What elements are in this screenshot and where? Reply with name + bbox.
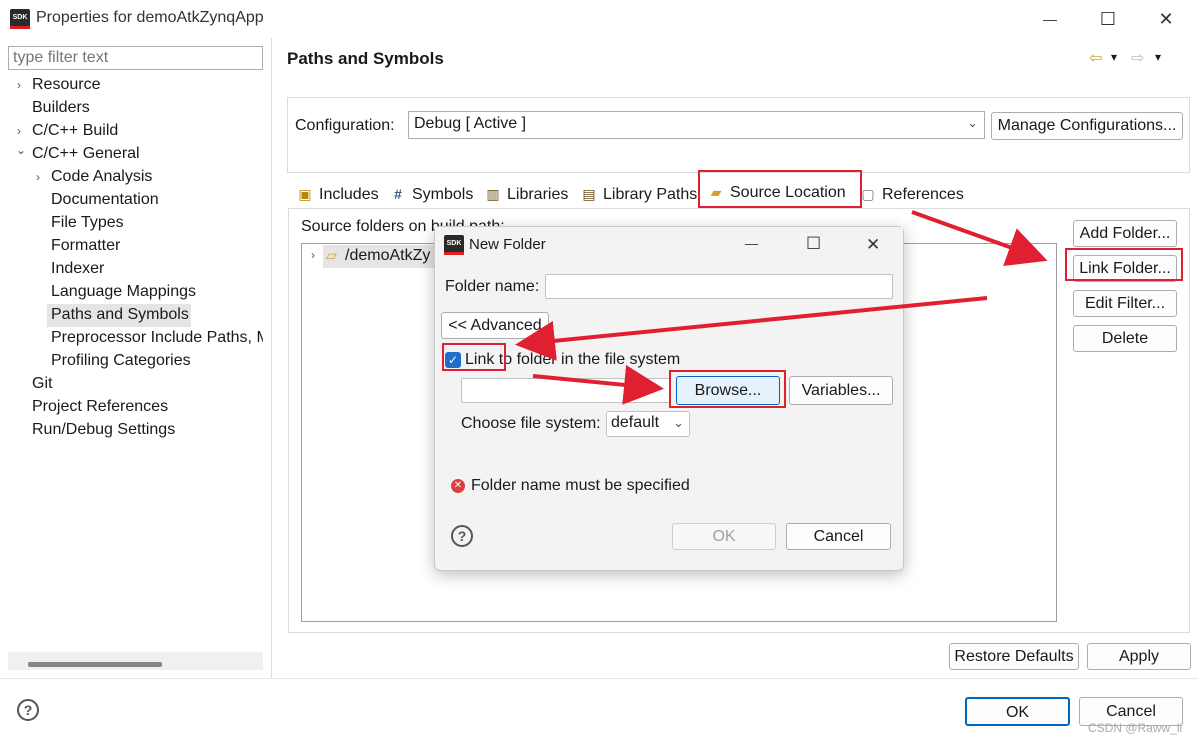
tree-item-code-analysis[interactable]: Code Analysis (51, 166, 152, 188)
error-icon: ✕ (451, 479, 465, 493)
file-system-label: Choose file system: (461, 415, 601, 432)
folder-name-label: Folder name: (445, 278, 540, 295)
edit-filter-button[interactable]: Edit Filter... (1073, 290, 1177, 317)
help-icon[interactable]: ? (451, 525, 473, 547)
expand-arrow-icon[interactable]: › (36, 170, 48, 184)
maximize-button[interactable]: ☐ (1088, 6, 1128, 32)
tree-item-project-references[interactable]: Project References (32, 396, 168, 418)
link-path-input[interactable] (461, 378, 671, 403)
apply-button[interactable]: Apply (1087, 643, 1191, 670)
tree-item-paths-and-symbols[interactable]: Paths and Symbols (51, 304, 189, 326)
source-folder-label: /demoAtkZy (345, 247, 431, 264)
annotation-box-link-checkbox (442, 343, 506, 371)
tree-item-documentation[interactable]: Documentation (51, 189, 159, 211)
delete-button[interactable]: Delete (1073, 325, 1177, 352)
tree-item-file-types[interactable]: File Types (51, 212, 124, 234)
tree-item-cpp-build[interactable]: C/C++ Build (32, 120, 118, 142)
back-menu-chevron-icon[interactable]: ▾ (1111, 50, 1117, 64)
dialog-maximize-button[interactable]: ☐ (806, 234, 821, 254)
view-menu-chevron-icon[interactable]: ▾ (1155, 50, 1161, 64)
tab-includes[interactable]: ▣ Includes (291, 181, 378, 209)
configuration-select[interactable]: Debug [ Active ] ⌄ (408, 111, 985, 139)
tree-item-run-debug-settings[interactable]: Run/Debug Settings (32, 419, 175, 441)
tree-item-language-mappings[interactable]: Language Mappings (51, 281, 196, 303)
dialog-minimize-button[interactable]: — (745, 236, 758, 251)
annotation-box-browse (669, 370, 786, 408)
tab-libraries[interactable]: ▥ Libraries (479, 181, 568, 209)
file-system-select[interactable]: default ⌄ (606, 411, 690, 437)
ok-button[interactable]: OK (965, 697, 1070, 726)
annotation-box-link-folder (1065, 248, 1183, 281)
horizontal-scrollbar[interactable] (8, 652, 263, 670)
window-title: Properties for demoAtkZynqApp (36, 9, 264, 26)
forward-arrow-icon[interactable]: ⇨ (1131, 48, 1144, 68)
folder-icon: ▱ (326, 247, 337, 263)
expand-arrow-icon[interactable]: › (17, 124, 29, 138)
page-title: Paths and Symbols (287, 49, 444, 68)
sdk-logo-icon: SDK (10, 9, 30, 29)
tree-item-profiling-categories[interactable]: Profiling Categories (51, 350, 191, 372)
tab-references[interactable]: ▢ References (854, 181, 963, 209)
annotation-box-source-location (698, 170, 862, 208)
tree-item-builders[interactable]: Builders (32, 97, 90, 119)
restore-defaults-button[interactable]: Restore Defaults (949, 643, 1079, 670)
dialog-cancel-button[interactable]: Cancel (786, 523, 891, 550)
dialog-close-button[interactable]: ✕ (866, 235, 880, 255)
tree-item-preprocessor-include-paths[interactable]: Preprocessor Include Paths, M (51, 327, 263, 349)
variables-button[interactable]: Variables... (789, 376, 893, 405)
tree-item-git[interactable]: Git (32, 373, 52, 395)
include-icon: ▣ (298, 186, 312, 202)
reference-icon: ▢ (861, 186, 875, 202)
folder-name-input[interactable] (545, 274, 893, 299)
expand-arrow-icon[interactable]: › (311, 248, 315, 262)
filter-input[interactable] (8, 46, 263, 70)
tree-item-cpp-general[interactable]: C/C++ General (32, 143, 140, 165)
sdk-logo-icon: SDK (444, 235, 464, 255)
error-message: Folder name must be specified (471, 477, 690, 494)
close-button[interactable]: ✕ (1146, 6, 1186, 32)
hash-icon: # (394, 186, 402, 202)
help-icon[interactable]: ? (17, 699, 39, 721)
library-icon: ▥ (486, 186, 500, 202)
expand-arrow-icon[interactable]: › (17, 78, 29, 92)
watermark: CSDN @Raww_li (1088, 721, 1183, 735)
minimize-button[interactable]: — (1030, 6, 1070, 32)
advanced-toggle-button[interactable]: << Advanced (441, 312, 549, 339)
chevron-down-icon: ⌄ (967, 115, 978, 130)
dialog-title: New Folder (469, 236, 546, 253)
collapse-arrow-icon[interactable]: ⌄ (16, 143, 28, 157)
tree-item-indexer[interactable]: Indexer (51, 258, 104, 280)
tab-symbols[interactable]: # Symbols (384, 181, 473, 209)
configuration-value: Debug [ Active ] (414, 115, 527, 132)
manage-configurations-button[interactable]: Manage Configurations... (991, 112, 1183, 140)
tab-library-paths[interactable]: ▤ Library Paths (575, 181, 697, 209)
chevron-down-icon: ⌄ (673, 415, 684, 430)
back-arrow-icon[interactable]: ⇦ (1089, 48, 1102, 68)
tree-item-resource[interactable]: Resource (32, 74, 100, 96)
scrollbar-thumb[interactable] (28, 662, 162, 667)
tree-item-formatter[interactable]: Formatter (51, 235, 120, 257)
configuration-label: Configuration: (295, 117, 395, 134)
source-folder-row[interactable]: ▱ /demoAtkZy (323, 245, 443, 268)
file-system-value: default (611, 414, 660, 431)
library-path-icon: ▤ (582, 186, 596, 202)
add-folder-button[interactable]: Add Folder... (1073, 220, 1177, 247)
dialog-ok-button[interactable]: OK (672, 523, 776, 550)
